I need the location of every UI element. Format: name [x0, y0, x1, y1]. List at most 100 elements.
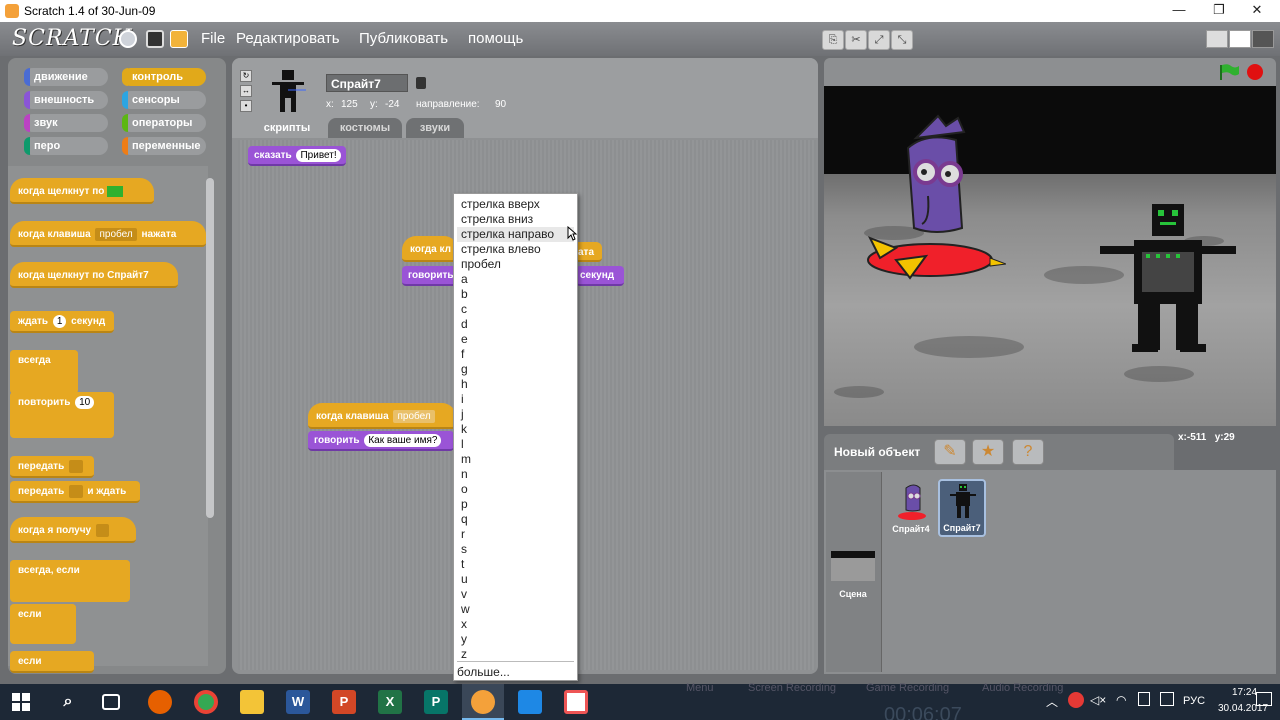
menu-help[interactable]: помощь: [468, 30, 523, 47]
block-when-sprite-clicked[interactable]: когда щелкнут по Спрайт7: [10, 262, 178, 288]
key-option[interactable]: f: [461, 347, 464, 362]
key-option[interactable]: t: [461, 557, 464, 572]
block-broadcast[interactable]: передать: [10, 456, 94, 478]
block-wait[interactable]: ждать 1 секунд: [10, 311, 114, 333]
choose-sprite-from-file-button[interactable]: ★: [972, 439, 1004, 465]
random-sprite-button[interactable]: ?: [1012, 439, 1044, 465]
tray-notes-icon[interactable]: [1160, 692, 1174, 706]
share-upload-icon[interactable]: [170, 30, 188, 48]
palette-scrollbar[interactable]: [206, 178, 214, 518]
powerpoint-icon[interactable]: P: [332, 690, 356, 714]
sprite-name-field[interactable]: Спрайт7: [326, 74, 408, 92]
paint-new-sprite-button[interactable]: ✎: [934, 439, 966, 465]
key-option[interactable]: a: [461, 272, 468, 287]
key-option[interactable]: r: [461, 527, 465, 542]
rotation-style-none-icon[interactable]: •: [240, 100, 252, 112]
script2-say-block-right[interactable]: секунд: [576, 266, 624, 286]
tray-battery-icon[interactable]: [1138, 692, 1150, 706]
key-option[interactable]: стрелка влево: [461, 242, 541, 257]
key-option[interactable]: стрелка вниз: [461, 212, 533, 227]
key-option[interactable]: n: [461, 467, 468, 482]
key-option[interactable]: e: [461, 332, 468, 347]
category-sensing[interactable]: сенсоры: [122, 91, 206, 109]
scratch-taskbar-button[interactable]: [462, 684, 504, 720]
search-icon[interactable]: ⌕: [56, 690, 80, 714]
category-variables[interactable]: переменные: [122, 137, 206, 155]
block-receive-dropdown[interactable]: [95, 524, 110, 537]
chrome-icon[interactable]: [194, 690, 218, 714]
duplicate-tool-icon[interactable]: ⎘: [822, 30, 844, 50]
rotation-style-full-icon[interactable]: ↻: [240, 70, 252, 82]
script3-key-dropdown[interactable]: пробел: [393, 410, 435, 423]
sprite-thumb-sprite4[interactable]: Спрайт4: [888, 480, 934, 536]
block-when-key-pressed[interactable]: когда клавиша пробел нажата: [10, 221, 206, 247]
menu-more-option[interactable]: больше...: [457, 665, 510, 679]
menu-file[interactable]: File: [201, 30, 225, 47]
block-repeat-input[interactable]: 10: [75, 396, 95, 409]
say-input[interactable]: Привет!: [296, 149, 341, 162]
sprite-thumb-sprite7-selected[interactable]: Спрайт7: [938, 479, 986, 537]
key-option[interactable]: s: [461, 542, 467, 557]
tray-wifi-icon[interactable]: ◠: [1116, 693, 1126, 707]
tab-scripts[interactable]: скрипты: [250, 118, 324, 138]
key-option[interactable]: w: [461, 602, 470, 617]
stop-sign-icon[interactable]: [1247, 64, 1263, 80]
block-forever[interactable]: всегда: [10, 350, 78, 372]
tab-costumes[interactable]: костюмы: [328, 118, 402, 138]
key-option[interactable]: c: [461, 302, 467, 317]
key-option[interactable]: b: [461, 287, 468, 302]
tray-antivirus-icon[interactable]: [1068, 692, 1084, 708]
globe-language-icon[interactable]: [119, 30, 137, 48]
recorder-app-icon[interactable]: [564, 690, 588, 714]
script2-hat-block-right[interactable]: ата: [576, 242, 602, 262]
category-looks[interactable]: внешность: [24, 91, 108, 109]
block-forever-if[interactable]: всегда, если: [10, 560, 130, 582]
key-option[interactable]: i: [461, 392, 464, 407]
green-flag-icon[interactable]: [1218, 63, 1240, 81]
task-view-icon[interactable]: [102, 694, 120, 710]
key-option[interactable]: стрелка вверх: [461, 197, 540, 212]
category-operators[interactable]: операторы: [122, 114, 206, 132]
script2-say-block[interactable]: говорить: [402, 266, 458, 286]
block-broadcast-wait-dropdown[interactable]: [69, 485, 83, 498]
delete-tool-icon[interactable]: ✂: [845, 30, 867, 50]
block-key-dropdown[interactable]: пробел: [95, 228, 137, 241]
excel-icon[interactable]: X: [378, 690, 402, 714]
block-wait-input[interactable]: 1: [52, 315, 67, 328]
key-option[interactable]: h: [461, 377, 468, 392]
tray-time[interactable]: 17:24: [1232, 687, 1257, 698]
key-option[interactable]: d: [461, 317, 468, 332]
key-option[interactable]: l: [461, 437, 464, 452]
category-motion[interactable]: движение: [24, 68, 108, 86]
publisher-icon[interactable]: P: [424, 690, 448, 714]
key-option[interactable]: x: [461, 617, 467, 632]
category-control[interactable]: контроль: [122, 68, 206, 86]
block-repeat[interactable]: повторить 10: [10, 392, 114, 414]
stage-thumbnail[interactable]: [831, 551, 875, 581]
key-option[interactable]: y: [461, 632, 467, 647]
category-pen[interactable]: перо: [24, 137, 108, 155]
key-option[interactable]: пробел: [461, 257, 501, 272]
script3-say-block[interactable]: говорить Как ваше имя?: [308, 431, 454, 451]
key-option[interactable]: o: [461, 482, 468, 497]
normal-stage-layout-icon[interactable]: [1229, 30, 1251, 48]
block-if-else[interactable]: если: [10, 651, 94, 673]
close-button[interactable]: ✕: [1234, 0, 1280, 22]
tray-chevron-icon[interactable]: ︿: [1046, 693, 1058, 710]
save-disk-icon[interactable]: [146, 30, 164, 48]
key-option[interactable]: u: [461, 572, 468, 587]
key-option[interactable]: g: [461, 362, 468, 377]
key-option[interactable]: v: [461, 587, 467, 602]
key-option[interactable]: m: [461, 452, 471, 467]
script2-hat-block[interactable]: когда кл: [402, 236, 458, 262]
block-broadcast-dropdown[interactable]: [69, 460, 83, 473]
script3-say-input[interactable]: Как ваше имя?: [364, 434, 442, 447]
word-icon[interactable]: W: [286, 690, 310, 714]
menu-share[interactable]: Публиковать: [359, 30, 448, 47]
grow-tool-icon[interactable]: ⤢: [868, 30, 890, 50]
rotation-style-flip-icon[interactable]: ↔: [240, 85, 252, 97]
app-cube-icon[interactable]: [518, 690, 542, 714]
block-broadcast-and-wait[interactable]: передать и ждать: [10, 481, 140, 503]
shrink-tool-icon[interactable]: ⤡: [891, 30, 913, 50]
block-when-i-receive[interactable]: когда я получу: [10, 517, 136, 543]
